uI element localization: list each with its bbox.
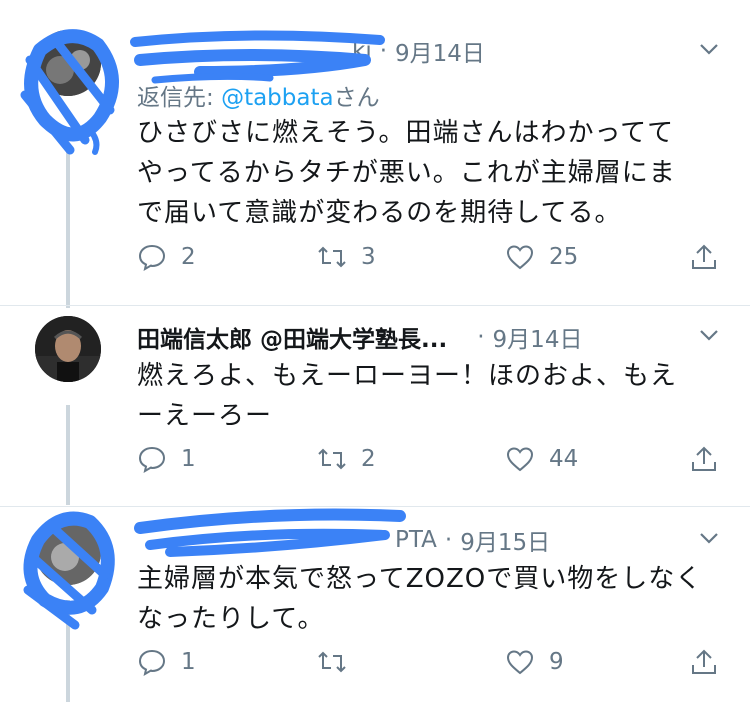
reply-icon bbox=[138, 446, 166, 474]
retweet-icon bbox=[318, 448, 346, 470]
share-button[interactable] bbox=[689, 647, 719, 677]
tweet-header: ki · 9月14日 bbox=[137, 34, 485, 68]
separator-dot: · bbox=[477, 324, 485, 350]
avatar[interactable] bbox=[35, 30, 101, 96]
chevron-down-icon[interactable] bbox=[698, 527, 720, 549]
like-button[interactable]: 44 bbox=[505, 444, 578, 474]
avatar[interactable] bbox=[35, 316, 101, 382]
tweet-text: 主婦層が本気で怒ってZOZOで買い物をしなく なったりして。 bbox=[137, 559, 727, 639]
user-handle[interactable]: PTA bbox=[395, 527, 437, 553]
retweet-icon bbox=[318, 246, 346, 268]
tweet-actions: 1 9 bbox=[137, 647, 727, 687]
reply-to-mention[interactable]: @tabbata bbox=[221, 85, 334, 111]
chevron-down-icon[interactable] bbox=[698, 324, 720, 346]
tweet-actions: 1 2 44 bbox=[137, 444, 727, 484]
reply-button[interactable]: 1 bbox=[137, 444, 196, 474]
tweet-text-line: やってるからタチが悪い。これが主婦層にま bbox=[137, 158, 676, 188]
tweet-text-line: 主婦層が本気で怒ってZOZOで買い物をしなく bbox=[137, 564, 703, 594]
reply-to: 返信先: @tabbataさん bbox=[137, 78, 380, 112]
separator-dot: · bbox=[379, 38, 388, 64]
reply-button[interactable]: 2 bbox=[137, 242, 196, 272]
tweet[interactable]: ki · 9月14日 返信先: @tabbataさん ひさびさに燃えそう。田端さ… bbox=[0, 0, 750, 305]
tweet-text: 燃えろよ、もえーローヨー！ほのおよ、もえ ーえーろー bbox=[137, 356, 727, 436]
tweet-header: 田端信太郎 @田端大学塾長... · 9月14日 bbox=[137, 320, 582, 354]
tweet-text-line: 燃えろよ、もえーローヨー！ほのおよ、もえ bbox=[137, 361, 678, 391]
separator-dot: · bbox=[444, 527, 453, 553]
share-button[interactable] bbox=[689, 242, 719, 272]
tweet-date[interactable]: 9月15日 bbox=[460, 523, 550, 557]
heart-icon bbox=[506, 245, 534, 270]
reply-icon bbox=[138, 649, 166, 677]
reply-count: 1 bbox=[181, 446, 196, 472]
tweet-text-line: ひさびさに燃えそう。田端さんはわかってて bbox=[137, 118, 675, 148]
chevron-down-icon[interactable] bbox=[698, 38, 720, 60]
heart-icon bbox=[506, 447, 534, 472]
tweet-text-line: で届いて意識が変わるのを期待してる。 bbox=[137, 198, 622, 228]
reply-to-label: 返信先: bbox=[137, 85, 222, 111]
retweet-button[interactable]: 3 bbox=[317, 242, 376, 272]
share-icon bbox=[692, 244, 716, 269]
retweet-count: 2 bbox=[361, 446, 376, 472]
share-button[interactable] bbox=[689, 444, 719, 474]
share-icon bbox=[692, 446, 716, 471]
like-button[interactable]: 25 bbox=[505, 242, 578, 272]
user-handle[interactable]: ki bbox=[352, 38, 372, 64]
reply-icon bbox=[138, 244, 166, 272]
tweet-date[interactable]: 9月14日 bbox=[395, 34, 485, 68]
tweet-text-line: なったりして。 bbox=[137, 604, 325, 634]
like-count: 44 bbox=[549, 446, 579, 472]
retweet-count: 3 bbox=[361, 244, 376, 270]
tweet-actions: 2 3 25 bbox=[137, 242, 727, 282]
heart-icon bbox=[506, 650, 534, 675]
tweet-header: PTA · 9月15日 bbox=[137, 523, 550, 557]
reply-to-suffix: さん bbox=[333, 85, 380, 111]
like-button[interactable]: 9 bbox=[505, 647, 564, 677]
retweet-button[interactable]: 2 bbox=[317, 444, 376, 474]
avatar[interactable] bbox=[35, 519, 101, 585]
like-count: 9 bbox=[549, 649, 564, 675]
reply-count: 2 bbox=[181, 244, 196, 270]
reply-button[interactable]: 1 bbox=[137, 647, 196, 677]
user-name[interactable]: 田端信太郎 @田端大学塾長... bbox=[137, 320, 447, 354]
like-count: 25 bbox=[549, 244, 579, 270]
tweet-text-line: ーえーろー bbox=[137, 401, 273, 431]
tweet[interactable]: PTA · 9月15日 主婦層が本気で怒ってZOZOで買い物をしなく なったりし… bbox=[0, 507, 750, 702]
tweet[interactable]: 田端信太郎 @田端大学塾長... · 9月14日 燃えろよ、もえーローヨー！ほの… bbox=[0, 306, 750, 506]
reply-count: 1 bbox=[181, 649, 196, 675]
retweet-icon bbox=[318, 651, 346, 673]
retweet-button[interactable] bbox=[317, 647, 361, 677]
tweet-text: ひさびさに燃えそう。田端さんはわかってて やってるからタチが悪い。これが主婦層に… bbox=[137, 113, 727, 233]
tweet-date[interactable]: 9月14日 bbox=[493, 320, 583, 354]
share-icon bbox=[692, 649, 716, 674]
